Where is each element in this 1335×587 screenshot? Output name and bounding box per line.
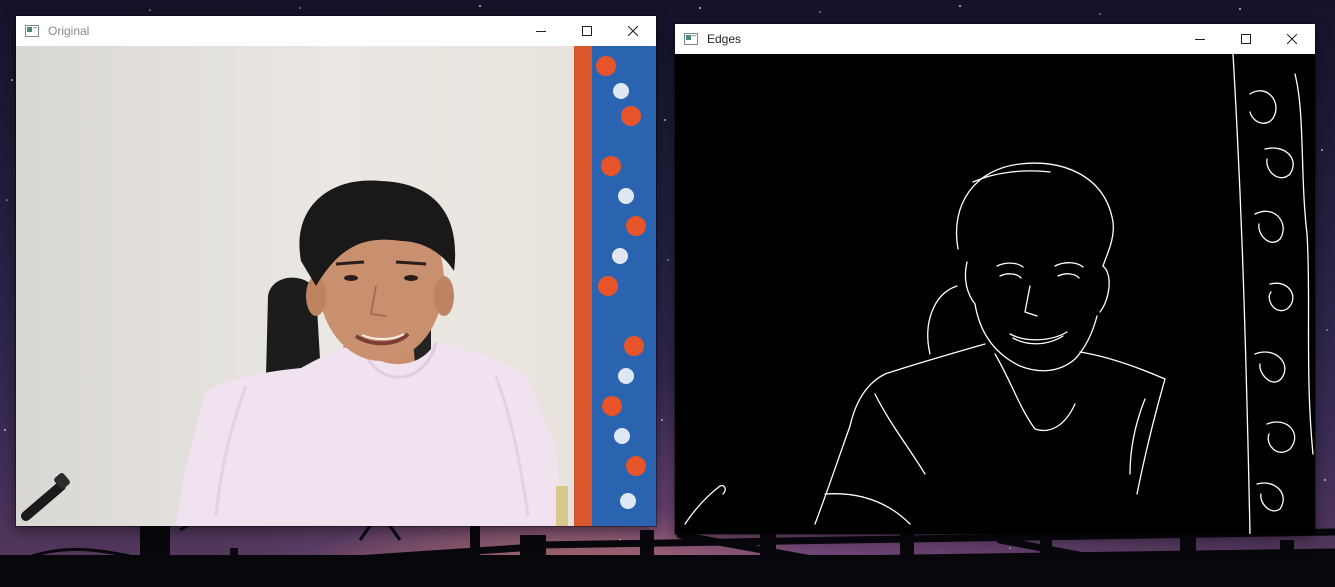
app-icon (684, 33, 698, 45)
close-button[interactable] (1269, 24, 1315, 54)
maximize-button[interactable] (1223, 24, 1269, 54)
close-icon (628, 26, 638, 36)
edges-window[interactable]: Edges (675, 24, 1315, 534)
maximize-icon (1241, 34, 1251, 44)
edge-detection-output (675, 54, 1315, 534)
close-icon (1287, 34, 1297, 44)
close-button[interactable] (610, 16, 656, 46)
window-title: Edges (707, 32, 742, 46)
app-icon (25, 25, 39, 37)
original-titlebar[interactable]: Original (16, 16, 656, 46)
minimize-button[interactable] (1177, 24, 1223, 54)
minimize-icon (536, 31, 546, 32)
original-video-frame (16, 46, 656, 526)
edges-titlebar[interactable]: Edges (675, 24, 1315, 54)
minimize-icon (1195, 39, 1205, 40)
edges-video-frame (675, 54, 1315, 534)
minimize-button[interactable] (518, 16, 564, 46)
window-title: Original (48, 24, 90, 38)
maximize-button[interactable] (564, 16, 610, 46)
maximize-icon (582, 26, 592, 36)
original-window[interactable]: Original (16, 16, 656, 526)
webcam-photo (16, 46, 656, 526)
